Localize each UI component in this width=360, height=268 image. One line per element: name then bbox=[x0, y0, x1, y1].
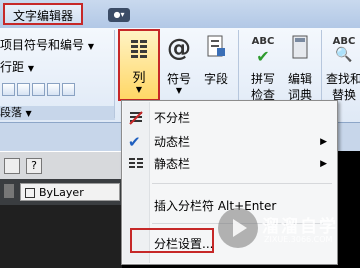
numbering-row[interactable]: 项目符号和编号 ▼ bbox=[0, 36, 94, 53]
align-right-icon[interactable] bbox=[32, 83, 45, 96]
column-settings-highlight bbox=[130, 228, 214, 253]
find-label-1: 查找和 bbox=[325, 72, 360, 86]
window-icon[interactable] bbox=[4, 158, 20, 174]
watermark-url: ZIXUE.3066.COM bbox=[264, 235, 333, 244]
chevron-down-icon: ▼ bbox=[27, 64, 34, 73]
menu-divider bbox=[152, 183, 332, 184]
help-icon[interactable]: ? bbox=[26, 158, 42, 174]
align-center-icon[interactable] bbox=[17, 83, 30, 96]
dictionary-label-1: 编辑 bbox=[287, 72, 312, 86]
handle-icon bbox=[4, 184, 14, 198]
find-replace-icon: ABC 🔍 bbox=[332, 36, 356, 63]
drawing-area[interactable] bbox=[0, 205, 122, 268]
numbering-label: 项目符号和编号 bbox=[0, 38, 85, 52]
watermark-title: 溜溜自学 bbox=[262, 217, 338, 237]
field-label: 字段 bbox=[203, 72, 228, 86]
layer-value: ByLayer bbox=[39, 186, 84, 199]
spacing-label: 行距 bbox=[0, 60, 25, 74]
at-symbol-icon: @ bbox=[167, 34, 191, 62]
paragraph-group-label: 段落 bbox=[0, 106, 22, 119]
columns-label: 列 bbox=[132, 71, 146, 86]
title-bar: 文字编辑器 ●▾ bbox=[0, 0, 360, 29]
text-editor-tab[interactable]: 文字编辑器 bbox=[3, 3, 84, 25]
checkmark-icon: ✔ bbox=[128, 133, 141, 151]
spacing-row[interactable]: 行距 ▼ bbox=[0, 58, 34, 75]
menu-item-label: 不分栏 bbox=[154, 111, 191, 125]
spellcheck-label-1: 拼写 bbox=[250, 72, 275, 86]
static-columns-icon bbox=[129, 158, 143, 168]
chevron-down-icon: ▼ bbox=[25, 109, 32, 118]
distribute-icon[interactable] bbox=[62, 83, 75, 96]
chevron-down-icon: ▼ bbox=[175, 86, 183, 95]
symbol-button[interactable]: @ 符号 ▼ bbox=[162, 28, 196, 106]
spellcheck-icon: ABC ✔ bbox=[251, 36, 275, 66]
no-columns-icon bbox=[129, 111, 143, 125]
align-left-icon[interactable] bbox=[2, 83, 15, 96]
layer-dropdown[interactable]: ByLayer bbox=[20, 183, 120, 201]
edit-dictionary-button[interactable]: 编辑 词典 bbox=[283, 28, 317, 106]
field-icon bbox=[207, 35, 225, 57]
menu-item-dynamic-columns[interactable]: ✔ 动态栏 ▶ bbox=[122, 131, 335, 153]
color-swatch bbox=[25, 188, 35, 198]
watermark-logo-icon bbox=[218, 208, 258, 248]
quick-access-dropdown-icon[interactable]: ●▾ bbox=[108, 8, 130, 22]
dictionary-icon bbox=[292, 35, 308, 59]
menu-item-no-columns[interactable]: 不分栏 bbox=[122, 107, 335, 129]
menu-item-label: 静态栏 bbox=[154, 157, 191, 171]
submenu-arrow-icon: ▶ bbox=[320, 137, 327, 147]
play-icon bbox=[233, 219, 247, 237]
field-button[interactable]: 字段 bbox=[198, 28, 234, 106]
paragraph-group-bar: 段落 ▼ bbox=[0, 106, 115, 120]
divider bbox=[114, 30, 115, 118]
spellcheck-button[interactable]: ABC ✔ 拼写 检查 bbox=[243, 28, 283, 106]
menu-item-label: 动态栏 bbox=[154, 135, 191, 149]
menu-item-static-columns[interactable]: 静态栏 ▶ bbox=[122, 153, 335, 175]
align-buttons bbox=[2, 83, 112, 97]
submenu-arrow-icon: ▶ bbox=[320, 159, 327, 169]
symbol-label: 符号 bbox=[166, 72, 191, 86]
columns-icon bbox=[131, 40, 147, 58]
justify-icon[interactable] bbox=[47, 83, 60, 96]
chevron-down-icon: ▼ bbox=[87, 42, 94, 51]
columns-button[interactable]: 列 ▼ bbox=[118, 29, 160, 101]
find-replace-button[interactable]: ABC 🔍 查找和 替换 bbox=[324, 28, 360, 106]
chevron-down-icon: ▼ bbox=[135, 85, 143, 94]
properties-toolbar: ? bbox=[0, 151, 122, 180]
